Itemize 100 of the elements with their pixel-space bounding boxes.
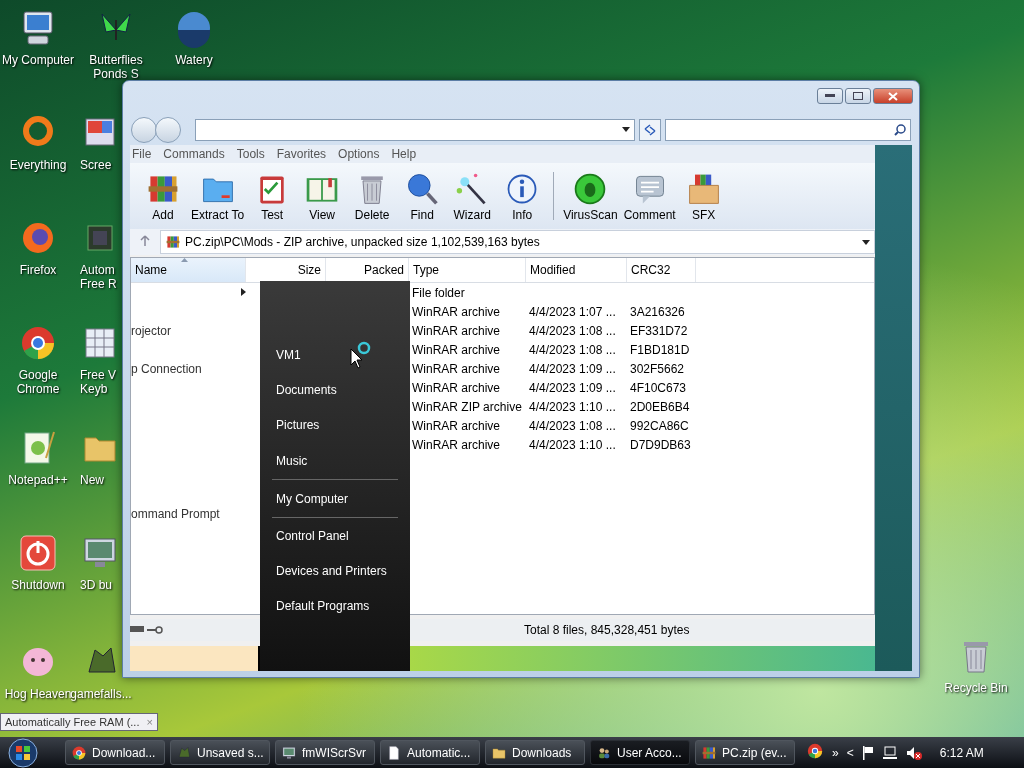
table-cell-text: WinRAR archive — [411, 361, 502, 376]
table-cell-text: 4/4/2023 1:08 ... — [528, 342, 617, 357]
maximize-button[interactable] — [845, 88, 871, 104]
refresh-button[interactable] — [639, 118, 661, 141]
menu-item[interactable]: Help — [389, 147, 423, 161]
submenu-arrow-icon — [241, 288, 246, 296]
taskbar-button[interactable]: Unsaved s... — [170, 740, 270, 765]
toolbar-button[interactable]: Delete — [347, 168, 398, 224]
menu-item[interactable]: Favorites — [274, 147, 333, 161]
minimize-icon — [825, 94, 835, 98]
start-menu-item[interactable]: Documents — [260, 372, 410, 407]
toolbar-button[interactable]: Find — [397, 168, 448, 224]
taskbar-button[interactable]: Download... — [65, 740, 165, 765]
up-arrow-icon[interactable] — [140, 234, 150, 247]
key-icon — [147, 626, 163, 634]
column-header[interactable]: Name — [131, 258, 246, 282]
table-cell-text: 4/4/2023 1:09 ... — [528, 361, 617, 376]
books-icon — [701, 744, 717, 761]
taskbar-button[interactable]: PC.zip (ev... — [695, 740, 795, 765]
table-cell-text: 4/4/2023 1:09 ... — [528, 380, 617, 395]
table-cell-text: F1BD181D — [629, 342, 691, 357]
status-text: Total 8 files, 845,328,451 bytes — [524, 623, 690, 637]
path-field[interactable]: PC.zip\PC\Mods - ZIP archive, unpacked size 1,102,539,163 bytes — [160, 230, 875, 254]
menu-item[interactable]: Options — [336, 147, 386, 161]
table-cell-text: WinRAR archive — [411, 418, 502, 433]
books-icon — [165, 234, 181, 250]
dropdown-arrow-icon[interactable] — [862, 239, 870, 245]
search-field[interactable] — [665, 118, 911, 141]
start-menu-item[interactable]: Devices and Printers — [260, 553, 410, 588]
table-cell-text: File folder — [411, 285, 466, 300]
sort-arrow-icon — [181, 258, 188, 262]
toolbar-button[interactable]: Info — [497, 168, 548, 224]
monitor-icon — [281, 744, 297, 761]
flag-icon[interactable] — [861, 745, 874, 760]
taskbar-button[interactable]: Automatic... — [380, 740, 480, 765]
start-menu-item[interactable]: Pictures — [260, 407, 410, 442]
toolbar-button[interactable]: Comment — [620, 168, 679, 224]
muted-speaker-icon[interactable] — [905, 745, 922, 760]
close-button[interactable] — [873, 88, 913, 104]
busy-cursor-icon — [350, 341, 372, 369]
chrome-icon — [71, 744, 87, 761]
menu-item-fragment: p Connection — [131, 362, 202, 376]
collapse-button[interactable]: < — [846, 745, 854, 760]
start-menu-item[interactable]: Control Panel — [260, 518, 410, 553]
desktop-icon-label[interactable]: Everything — [9, 158, 67, 172]
drive-icon — [130, 626, 144, 632]
table-cell-text: 992CA86C — [629, 418, 690, 433]
desktop-icon-label[interactable]: Notepad++ — [8, 473, 68, 487]
desktop-icon-label[interactable]: Butterflies Ponds S — [89, 53, 143, 81]
table-cell-text: 2D0EB6B4 — [629, 399, 691, 414]
table-cell-text: 4F10C673 — [629, 380, 688, 395]
desktop-icon-label[interactable]: My Computer — [2, 53, 74, 67]
start-button[interactable] — [6, 737, 40, 768]
desktop-icon-label[interactable]: New — [80, 473, 104, 487]
desktop-icon-label[interactable]: Google Chrome — [0, 368, 76, 396]
minimize-button[interactable] — [817, 88, 843, 104]
document-icon — [386, 744, 402, 761]
toolbar-button[interactable]: VirusScan — [560, 168, 621, 224]
table-cell-text: 4/4/2023 1:08 ... — [528, 418, 617, 433]
table-cell-text: 4/4/2023 1:10 ... — [528, 399, 617, 414]
desktop-icon-label[interactable]: Watery — [175, 53, 213, 67]
taskbar-button[interactable]: fmWIScrSvr — [275, 740, 375, 765]
menu-item[interactable]: Tools — [234, 147, 271, 161]
table-cell-text: 3A216326 — [629, 304, 686, 319]
table-cell-text: 4/4/2023 1:08 ... — [528, 323, 617, 338]
start-menu-item[interactable]: Default Programs — [260, 588, 410, 623]
table-cell-text: WinRAR ZIP archive — [411, 399, 523, 414]
menu-item[interactable]: Commands — [161, 147, 231, 161]
network-icon[interactable] — [881, 745, 898, 760]
start-menu-item[interactable]: VM1 — [260, 337, 410, 372]
search-icon[interactable] — [894, 123, 906, 136]
table-cell-text: WinRAR archive — [411, 323, 502, 338]
table-cell-text: 4/4/2023 1:07 ... — [528, 304, 617, 319]
desktop-icon-label[interactable]: Scree — [80, 158, 112, 172]
desktop-icon-label[interactable]: Firefox — [19, 263, 57, 277]
address-field[interactable] — [195, 118, 635, 141]
taskbar-button[interactable]: User Acco... — [590, 740, 690, 765]
table-cell-text: WinRAR archive — [411, 437, 502, 452]
toolbar-button[interactable]: View — [297, 168, 348, 224]
desktop-icon-label[interactable]: Free V Keyb — [80, 368, 116, 396]
table-cell-text: WinRAR archive — [411, 380, 502, 395]
table-cell-text: 302F5662 — [629, 361, 686, 376]
table-cell-text: D7D9DB63 — [629, 437, 692, 452]
close-icon — [888, 91, 898, 101]
show-hidden-icons-button[interactable]: » — [832, 745, 839, 760]
toolbar-button[interactable]: Wizard — [447, 168, 498, 224]
toolbar-button[interactable]: SFX — [678, 168, 729, 224]
desktop-icon-label[interactable]: Autom Free R — [80, 263, 117, 291]
refresh-icon — [643, 123, 657, 136]
menu-item-fragment: rojector — [131, 324, 171, 338]
table-cell-text: WinRAR archive — [411, 342, 502, 357]
clock[interactable]: 6:12 AM — [939, 745, 984, 760]
tooltip: Automatically Free RAM (... × — [0, 713, 158, 731]
menu-item-fragment: ommand Prompt — [131, 507, 220, 521]
toolbar-button[interactable]: Add — [138, 168, 188, 224]
taskbar-button[interactable]: Downloads — [485, 740, 585, 765]
menu-item[interactable]: File — [130, 147, 158, 161]
toolbar-button[interactable]: Test — [247, 168, 298, 224]
dropdown-arrow-icon[interactable] — [622, 127, 630, 132]
toolbar-button[interactable]: Extract To — [188, 168, 248, 224]
